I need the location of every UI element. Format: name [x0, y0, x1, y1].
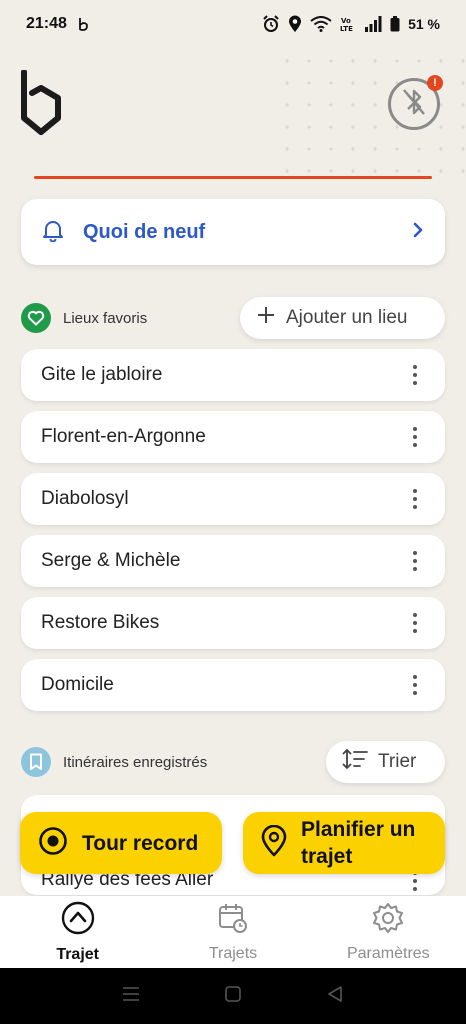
list-item[interactable]: Florent-en-Argonne — [21, 411, 445, 463]
alert-badge: ! — [427, 75, 443, 91]
whats-new-card[interactable]: Quoi de neuf — [21, 199, 445, 265]
battery-level: 51 % — [408, 16, 440, 32]
tab-parametres-label: Paramètres — [346, 944, 430, 962]
list-item[interactable]: Gite le jabloire — [21, 349, 445, 401]
location-icon — [288, 15, 302, 33]
bell-icon — [41, 218, 65, 247]
alarm-icon — [262, 15, 280, 33]
map-pin-icon — [261, 824, 287, 862]
back-icon[interactable] — [326, 985, 344, 1008]
sort-button[interactable]: Trier — [326, 741, 445, 783]
status-bar: 21:48 Vo LTE 51 % — [0, 0, 466, 48]
whats-new-label: Quoi de neuf — [83, 220, 206, 243]
bookmark-icon — [21, 747, 51, 777]
favorites-title: Lieux favoris — [63, 309, 148, 327]
tab-trajet[interactable]: Trajet — [0, 896, 155, 968]
chevron-right-icon — [411, 221, 425, 244]
place-name: Domicile — [41, 674, 114, 695]
list-item[interactable]: Diabolosyl — [21, 473, 445, 525]
place-name: Diabolosyl — [41, 488, 129, 509]
bluetooth-status-button[interactable]: ! — [388, 75, 443, 130]
more-options-icon[interactable] — [405, 613, 425, 633]
add-place-label: Ajouter un lieu — [286, 307, 408, 328]
home-icon[interactable] — [224, 985, 242, 1008]
list-item[interactable]: Serge & Michèle — [21, 535, 445, 587]
app-notification-icon — [77, 17, 89, 31]
more-options-icon[interactable] — [405, 489, 425, 509]
signal-icon — [364, 16, 382, 32]
more-options-icon[interactable] — [405, 675, 425, 695]
list-item[interactable]: Restore Bikes — [21, 597, 445, 649]
plus-icon — [256, 305, 276, 331]
navigation-arrow-icon — [61, 901, 95, 940]
tour-record-label: Tour record — [82, 831, 199, 855]
status-divider — [34, 176, 432, 179]
more-options-icon[interactable] — [405, 551, 425, 571]
saved-routes-title: Itinéraires enregistrés — [63, 753, 208, 771]
more-options-icon[interactable] — [405, 427, 425, 447]
record-icon — [38, 826, 68, 861]
bottom-navigation: Trajet Trajets Paramètres — [0, 896, 466, 968]
svg-text:LTE: LTE — [340, 25, 353, 32]
favorites-header: Lieux favoris — [21, 303, 147, 333]
battery-icon — [390, 16, 400, 32]
recent-apps-icon[interactable] — [122, 986, 140, 1007]
tab-trajets[interactable]: Trajets — [155, 896, 310, 968]
more-options-icon[interactable] — [405, 365, 425, 385]
plan-route-button[interactable]: Planifier un trajet — [243, 812, 445, 874]
tab-trajet-label: Trajet — [56, 945, 99, 963]
tab-trajets-label: Trajets — [208, 944, 258, 962]
place-name: Florent-en-Argonne — [41, 426, 206, 447]
place-name: Serge & Michèle — [41, 550, 181, 571]
tour-record-button[interactable]: Tour record — [20, 812, 222, 874]
bluetooth-off-icon — [401, 87, 427, 122]
system-navigation-bar — [0, 968, 466, 1024]
brand-logo — [20, 69, 62, 136]
place-name: Restore Bikes — [41, 612, 160, 633]
volte-icon: Vo LTE — [340, 16, 356, 32]
wifi-icon — [310, 16, 332, 32]
svg-text:Vo: Vo — [341, 17, 351, 25]
gear-icon — [372, 902, 404, 939]
plan-route-label: Planifier un trajet — [301, 818, 416, 868]
calendar-clock-icon — [218, 902, 248, 939]
list-item[interactable]: Domicile — [21, 659, 445, 711]
sort-label: Trier — [378, 751, 417, 772]
heart-icon — [21, 303, 51, 333]
place-name: Gite le jabloire — [41, 364, 163, 385]
more-options-icon[interactable] — [405, 871, 425, 891]
status-time: 21:48 — [26, 15, 67, 32]
saved-routes-header: Itinéraires enregistrés — [21, 747, 207, 777]
sort-icon — [342, 748, 368, 776]
add-place-button[interactable]: Ajouter un lieu — [240, 297, 445, 339]
tab-parametres[interactable]: Paramètres — [311, 896, 466, 968]
